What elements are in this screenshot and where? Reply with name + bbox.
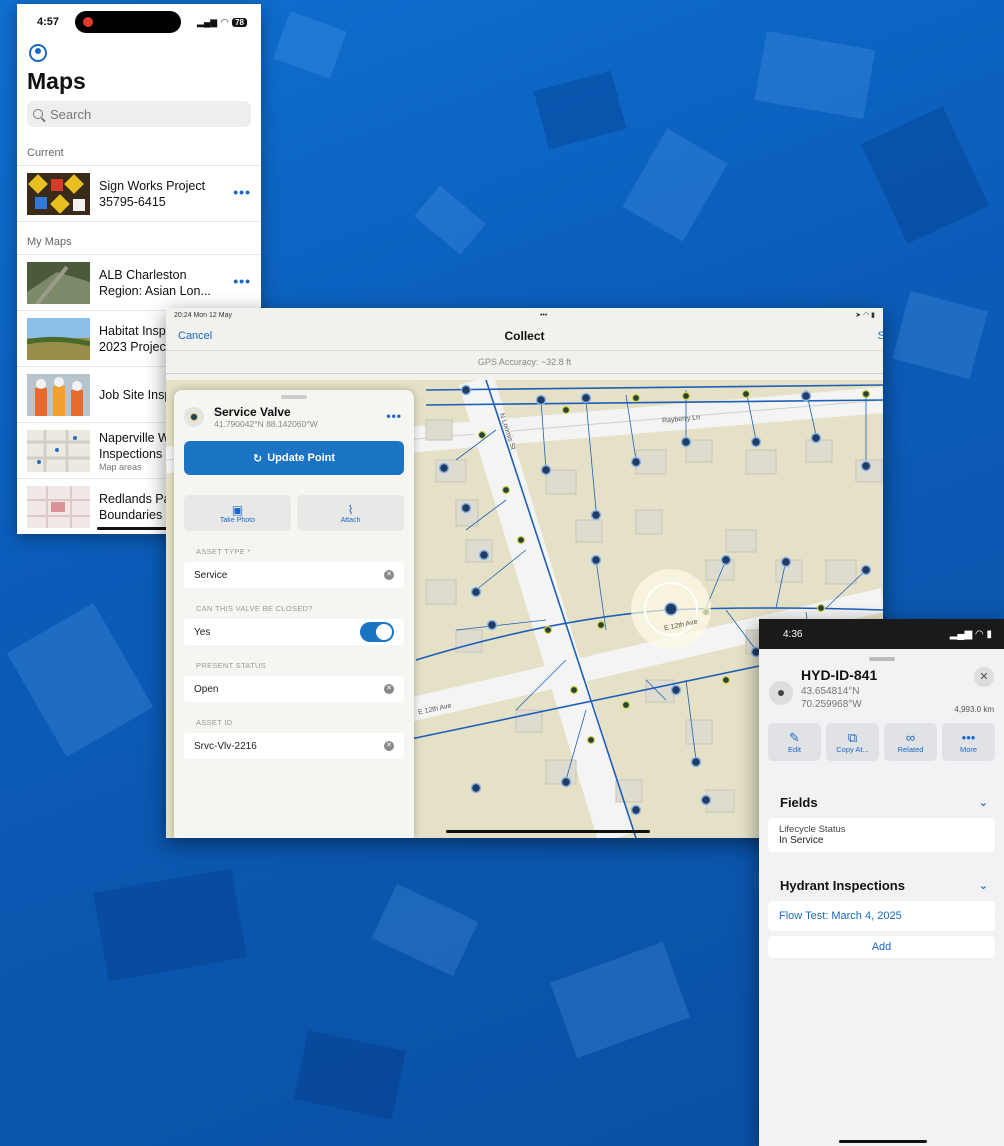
chevron-down-icon: ⌄ [978, 880, 988, 892]
item-subtitle: Boundaries [99, 507, 163, 522]
battery-icon: 78 [232, 17, 247, 27]
clear-icon[interactable]: ✕ [384, 684, 394, 694]
status-icons: ▂▄▆ ◠ ▮ [949, 628, 992, 640]
field-label: CAN THIS VALVE BE CLOSED? [196, 604, 313, 613]
feature-panel: Service Valve 41.790042°N 88.142060°W ••… [174, 390, 414, 838]
status-bar: 4:57 ▂▄▆ ◠ 78 [17, 4, 261, 40]
nav-bar: Collect Cancel S [166, 322, 883, 351]
item-title: Naperville W [99, 430, 170, 445]
hydrant-phone: 4:36 ▂▄▆ ◠ ▮ HYD-ID-841 43.654814°N 70.2… [759, 619, 1004, 1146]
list-item[interactable]: ALB Charleston Region: Asian Lon... ••• [17, 255, 261, 311]
field-label: PRESENT STATUS [196, 661, 267, 670]
distance: 4,993.0 km [954, 705, 994, 714]
map-thumbnail [27, 172, 90, 215]
edit-button[interactable]: ✎ Edit [768, 723, 821, 761]
field-label: ASSET TYPE * [196, 547, 251, 556]
paperclip-icon: ⌇ [347, 502, 354, 517]
status-time: 20:24 Mon 12 May [174, 311, 232, 319]
inspections-section-header[interactable]: Hydrant Inspections ⌄ [759, 878, 1004, 893]
longitude: 70.259968°W [801, 699, 862, 710]
item-title: Habitat Insp [99, 323, 166, 338]
cancel-button[interactable]: Cancel [178, 330, 212, 342]
status-icons: ➤ ◠ ▮ [855, 312, 875, 319]
item-title: Redlands Pa [99, 491, 171, 506]
status-time: 4:57 [37, 16, 60, 28]
multitask-icon: ••• [539, 311, 548, 319]
asset-type-field[interactable]: Service ✕ [184, 562, 404, 588]
map-thumbnail [27, 429, 90, 472]
home-indicator [839, 1140, 927, 1143]
page-title: Maps [27, 68, 86, 94]
latitude: 43.654814°N [801, 686, 860, 697]
refresh-icon: ↻ [252, 452, 263, 465]
feature-title: Service Valve [214, 405, 291, 419]
lifecycle-status-card: Lifecycle Status In Service [768, 818, 995, 852]
link-icon: ∞ [905, 730, 916, 745]
item-meta: Map areas [99, 461, 142, 472]
item-subtitle: Region: Asian Lon... [99, 283, 211, 298]
update-point-button[interactable]: ↻ Update Point [184, 441, 404, 475]
item-subtitle: 2023 Projec [99, 339, 166, 354]
map-thumbnail [27, 261, 90, 304]
field-value: In Service [779, 835, 824, 846]
field-label: Lifecycle Status [779, 824, 846, 835]
close-icon[interactable]: ✕ [974, 667, 994, 687]
status-bar: 20:24 Mon 12 May ••• ➤ ◠ ▮ [166, 308, 883, 322]
gps-accuracy: GPS Accuracy: ~32.8 ft [166, 351, 883, 374]
fields-section-header[interactable]: Fields ⌄ [759, 795, 1004, 810]
add-button[interactable]: Add [768, 936, 995, 958]
home-indicator [446, 830, 650, 833]
field-label: ASSET ID [196, 718, 233, 727]
list-item[interactable]: Sign Works Project 35795-6415 ••• [17, 166, 261, 222]
item-title: Sign Works Project [99, 178, 206, 193]
section-my-maps: My Maps [17, 236, 261, 255]
nav-title: Collect [504, 329, 545, 343]
copy-attributes-button[interactable]: ⧉ Copy At... [826, 723, 879, 761]
inspection-record-link[interactable]: Flow Test: March 4, 2025 [768, 901, 995, 931]
section-current: Current [17, 147, 261, 166]
item-subtitle: 35795-6415 [99, 194, 166, 209]
copy-icon: ⧉ [847, 730, 858, 745]
hydrant-icon [769, 681, 793, 705]
more-icon[interactable]: ••• [233, 273, 251, 289]
search-input[interactable]: Search [27, 101, 251, 127]
clear-icon[interactable]: ✕ [384, 570, 394, 580]
related-button[interactable]: ∞ Related [884, 723, 937, 761]
attach-button[interactable]: ⌇ Attach [297, 495, 404, 531]
wifi-icon: ◠ [221, 16, 229, 27]
item-subtitle: Inspections [99, 446, 163, 461]
submit-button[interactable]: S [878, 330, 883, 342]
signal-icon: ▂▄▆ [196, 16, 218, 27]
profile-icon[interactable] [29, 44, 47, 62]
asset-id-field[interactable]: Srvc-Vlv-2216 ✕ [184, 733, 404, 759]
status-bar: 4:36 ▂▄▆ ◠ ▮ [759, 619, 1004, 649]
take-photo-button[interactable]: ▣ Take Photo [184, 495, 291, 531]
present-status-field[interactable]: Open ✕ [184, 676, 404, 702]
more-icon: ••• [961, 730, 976, 745]
map-thumbnail [27, 317, 90, 360]
feature-sheet: HYD-ID-841 43.654814°N 70.259968°W ✕ 4,9… [759, 653, 1004, 1146]
chevron-down-icon: ⌄ [978, 797, 988, 809]
item-title: ALB Charleston [99, 267, 187, 282]
clear-icon[interactable]: ✕ [384, 741, 394, 751]
search-placeholder: Search [50, 106, 92, 122]
camera-icon: ▣ [231, 502, 244, 517]
valve-icon [184, 407, 204, 427]
record-icon [82, 17, 93, 27]
valve-closable-toggle[interactable] [360, 622, 394, 642]
more-button[interactable]: ••• More [942, 723, 995, 761]
feature-coordinates: 41.790042°N 88.142060°W [214, 419, 318, 429]
map-thumbnail [27, 485, 90, 528]
more-icon[interactable]: ••• [233, 184, 251, 200]
item-title: Job Site Insp [99, 387, 172, 402]
more-icon[interactable]: ••• [386, 409, 402, 423]
dynamic-island [74, 11, 181, 33]
search-icon [33, 109, 43, 119]
pencil-icon: ✎ [789, 730, 800, 745]
map-thumbnail [27, 373, 90, 416]
valve-closable-field: Yes [184, 619, 404, 645]
status-time: 4:36 [783, 628, 803, 640]
feature-title: HYD-ID-841 [801, 667, 878, 683]
